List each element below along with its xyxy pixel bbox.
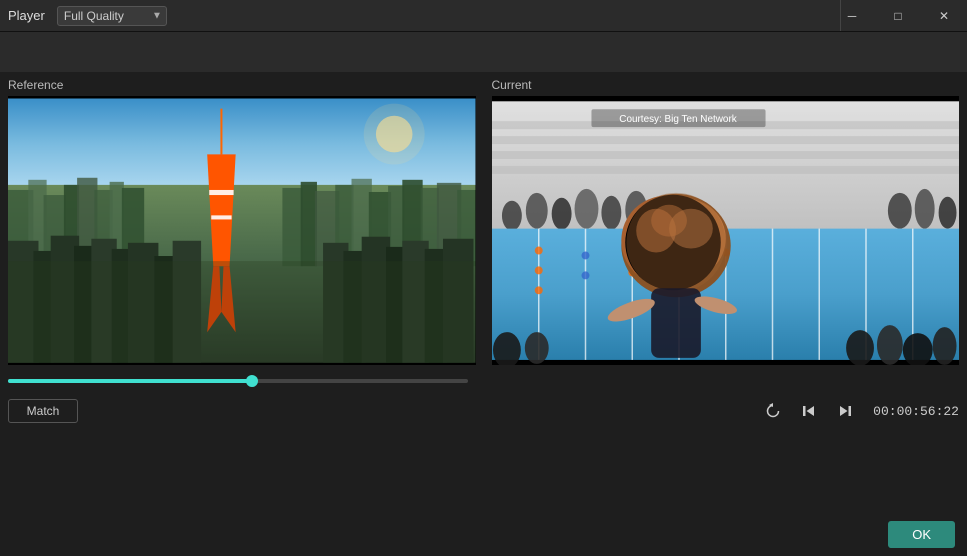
reference-label: Reference bbox=[8, 78, 476, 92]
svg-text:Courtesy: Big Ten Network: Courtesy: Big Ten Network bbox=[619, 114, 736, 125]
time-display: 00:00:56:22 bbox=[873, 404, 959, 419]
bottom-bar: OK bbox=[888, 521, 955, 548]
reference-video-frame bbox=[8, 96, 476, 365]
step-forward-icon bbox=[836, 402, 854, 420]
maximize-button[interactable]: □ bbox=[875, 0, 921, 32]
rewind-button[interactable] bbox=[757, 395, 789, 427]
video-row: Reference bbox=[0, 72, 967, 369]
rewind-icon bbox=[764, 402, 782, 420]
reference-video-content bbox=[8, 96, 476, 365]
close-button[interactable]: ✕ bbox=[921, 0, 967, 32]
top-bar bbox=[0, 32, 967, 72]
step-back-button[interactable] bbox=[793, 395, 825, 427]
step-back-icon bbox=[800, 402, 818, 420]
reference-panel: Reference bbox=[0, 72, 484, 369]
app-title: Player bbox=[8, 8, 45, 23]
match-button[interactable]: Match bbox=[8, 399, 78, 423]
main-area: Reference bbox=[0, 32, 967, 556]
quality-dropdown[interactable]: Full QualityHalf QualityQuarter Quality bbox=[57, 6, 167, 26]
current-label: Current bbox=[492, 78, 960, 92]
current-panel: Current bbox=[484, 72, 967, 369]
controls-section: Match bbox=[0, 369, 967, 439]
scrubber-track[interactable] bbox=[8, 379, 468, 383]
scrubber-fill bbox=[8, 379, 252, 383]
window-controls: ─ □ ✕ bbox=[829, 0, 967, 32]
controls-row: Match bbox=[8, 395, 959, 427]
minimize-button[interactable]: ─ bbox=[829, 0, 875, 32]
current-video-content: Courtesy: Big Ten Network bbox=[492, 96, 960, 365]
ok-button[interactable]: OK bbox=[888, 521, 955, 548]
quality-dropdown-wrapper[interactable]: Full QualityHalf QualityQuarter Quality … bbox=[57, 6, 167, 26]
scrubber-container[interactable] bbox=[8, 373, 468, 389]
step-forward-button[interactable] bbox=[829, 395, 861, 427]
scrubber-thumb[interactable] bbox=[246, 375, 258, 387]
title-bar: Player Full QualityHalf QualityQuarter Q… bbox=[0, 0, 967, 32]
current-video-frame: Courtesy: Big Ten Network bbox=[492, 96, 960, 365]
